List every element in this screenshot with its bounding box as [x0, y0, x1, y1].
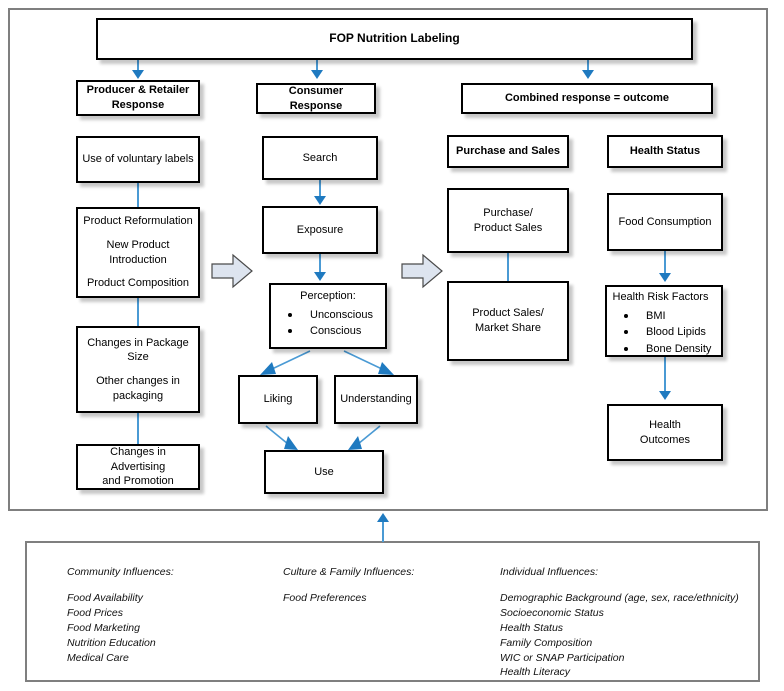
node-changes-in-advertising: Changes in Advertising and Promotion: [76, 444, 200, 490]
node-product-sales-market-share: Product Sales/ Market Share: [447, 281, 569, 361]
connector-reformulation-to-package: [137, 298, 139, 326]
bullet-item: Unconscious: [284, 307, 390, 324]
arrowhead-risk-factors-to-outcomes: [659, 391, 671, 400]
node-changes-in-package-size: Changes in Package Size Other changes in…: [76, 326, 200, 413]
node-health-risk-factors: Health Risk Factors BMI Blood Lipids Bon…: [605, 285, 723, 357]
connector-influences-to-main: [382, 520, 384, 542]
influences-item: Nutrition Education: [67, 636, 156, 649]
influences-item: Medical Care: [67, 651, 129, 664]
node-label: Understanding: [340, 393, 412, 406]
health-risk-bullet-list: BMI Blood Lipids Bone Density: [602, 308, 726, 358]
header-label: Health Status: [629, 145, 701, 158]
header-consumer-response: Consumer Response: [256, 83, 376, 114]
bullet-item: Blood Lipids: [620, 324, 726, 341]
node-label: Perception:: [300, 290, 356, 302]
diagram-canvas: FOP Nutrition Labeling Producer & Retail…: [0, 0, 784, 691]
influences-item: Food Availability: [67, 591, 143, 604]
influences-item: Health Status: [500, 621, 564, 634]
node-perception: Perception: Unconscious Conscious: [269, 283, 387, 349]
node-label: Use of voluntary labels: [82, 153, 194, 166]
node-understanding: Understanding: [334, 375, 418, 424]
perception-bullet-list: Unconscious Conscious: [266, 307, 390, 340]
node-purchase-product-sales: Purchase/ Product Sales: [447, 188, 569, 253]
block-arrow-consumer-to-combined: [401, 253, 443, 289]
arrowhead-search-to-exposure: [314, 196, 326, 205]
connector-search-to-exposure: [319, 180, 321, 197]
node-label: FOP Nutrition Labeling: [329, 31, 460, 46]
node-search: Search: [262, 136, 378, 180]
header-label: Purchase and Sales: [456, 145, 560, 158]
node-fop-nutrition-labeling: FOP Nutrition Labeling: [96, 18, 693, 60]
arrowhead-exposure-to-perception: [314, 272, 326, 281]
arrowhead-title-to-combined: [582, 70, 594, 79]
node-line-2: New Product: [106, 238, 170, 251]
node-exposure: Exposure: [262, 206, 378, 254]
node-liking: Liking: [238, 375, 318, 424]
header-label: Producer & Retailer Response: [86, 84, 190, 111]
influences-item: Food Preferences: [283, 591, 367, 604]
bullet-item: Conscious: [284, 323, 390, 340]
header-label: Combined response = outcome: [504, 92, 670, 105]
node-label: Liking: [263, 393, 293, 406]
connector-risk-factors-to-outcomes: [664, 357, 666, 392]
connector-voluntary-to-reformulation: [137, 183, 139, 207]
arrowhead-title-to-consumer: [311, 70, 323, 79]
block-arrow-producer-to-consumer: [211, 253, 253, 289]
node-food-consumption: Food Consumption: [607, 193, 723, 251]
bullet-item: Bone Density: [620, 341, 726, 358]
node-label: Exposure: [296, 223, 344, 236]
node-line-4: Product Composition: [86, 277, 190, 290]
node-label: Search: [302, 151, 338, 164]
connector-purchase-to-market-share: [507, 253, 509, 281]
node-line-1: Purchase/: [483, 206, 533, 219]
influences-title: Community Influences:: [67, 566, 174, 578]
node-line-3: Other changes in: [96, 375, 180, 387]
influences-item: Food Marketing: [67, 621, 140, 634]
node-label: Use: [314, 465, 334, 478]
arrowhead-influences-to-main: [377, 513, 389, 522]
node-line-1: Health: [649, 418, 681, 431]
node-line-2: and Promotion: [102, 475, 174, 488]
node-use-of-voluntary-labels: Use of voluntary labels: [76, 136, 200, 183]
header-health-status: Health Status: [607, 135, 723, 168]
connector-food-consumption-to-risk-factors: [664, 251, 666, 274]
influences-individual: Individual Influences: Demographic Backg…: [500, 565, 760, 680]
influences-item: Food Prices: [67, 606, 124, 619]
node-label: Health Risk Factors: [612, 291, 709, 303]
influences-item: Health Literacy: [500, 666, 571, 679]
influences-item: Demographic Background (age, sex, race/e…: [500, 591, 739, 604]
header-combined-response: Combined response = outcome: [461, 83, 713, 114]
node-line-3: Introduction: [109, 253, 167, 266]
influences-culture-family: Culture & Family Influences: Food Prefer…: [283, 565, 483, 606]
header-label: Consumer Response: [288, 84, 344, 112]
influences-title: Culture & Family Influences:: [283, 566, 415, 578]
node-line-1: Product Reformulation: [83, 215, 193, 228]
arrowhead-food-consumption-to-risk-factors: [659, 273, 671, 282]
node-label: Food Consumption: [618, 215, 712, 228]
header-producer-retailer-response: Producer & Retailer Response: [76, 80, 200, 116]
node-line-2: Outcomes: [639, 433, 691, 446]
node-line-2: Market Share: [474, 322, 542, 334]
node-line-1: Product Sales/: [472, 307, 544, 320]
node-product-reformulation: Product Reformulation New Product Introd…: [76, 207, 200, 298]
influences-item: WIC or SNAP Participation: [500, 651, 625, 664]
node-line-1: Changes in Advertising: [110, 446, 166, 473]
influences-item: Family Composition: [500, 636, 593, 649]
influences-title: Individual Influences:: [500, 566, 599, 578]
node-line-2: Product Sales: [473, 221, 543, 234]
node-line-2: Size: [127, 351, 149, 364]
arrowhead-title-to-producer: [132, 70, 144, 79]
influences-community: Community Influences: Food Availability …: [67, 565, 267, 665]
node-line-1: Changes in Package: [87, 336, 189, 349]
connector-exposure-to-perception: [319, 254, 321, 273]
node-health-outcomes: Health Outcomes: [607, 404, 723, 461]
influences-item: Socioeconomic Status: [500, 606, 604, 619]
node-line-4: packaging: [112, 389, 164, 402]
header-purchase-and-sales: Purchase and Sales: [447, 135, 569, 168]
node-use: Use: [264, 450, 384, 494]
bullet-item: BMI: [620, 308, 726, 325]
connector-package-to-advertising: [137, 413, 139, 444]
